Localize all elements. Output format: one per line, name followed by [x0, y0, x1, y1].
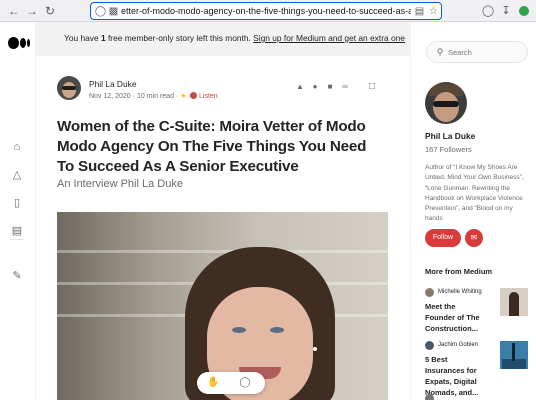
browser-toolbar: ← → ↻ ◯ ▩ etter-of-modo-modo-agency-on-t…	[0, 0, 536, 22]
member-star-icon: ★	[180, 93, 187, 100]
linkedin-icon[interactable]: ■	[325, 82, 335, 92]
medium-logo[interactable]	[8, 36, 30, 50]
forward-icon[interactable]: →	[24, 3, 40, 19]
home-icon[interactable]: ⌂	[10, 140, 24, 154]
floating-action-bar: ✋ ◯	[197, 372, 265, 394]
bookmark-star-icon[interactable]: ☆	[427, 5, 440, 18]
left-navigation: ⌂ △ ▯ ▤ ✎	[0, 22, 36, 400]
author-avatar[interactable]	[57, 76, 81, 100]
article-title: Women of the C-Suite: Moira Vetter of Mo…	[57, 118, 367, 175]
subscribe-mail-icon[interactable]: ✉	[465, 229, 483, 247]
article-subtitle: An Interview Phil La Duke	[57, 178, 183, 190]
bookmark-icon[interactable]: □	[367, 81, 377, 93]
page-icon[interactable]: ▩	[107, 5, 120, 18]
reader-view-icon[interactable]: ▤	[413, 5, 426, 18]
clap-icon[interactable]: ✋	[207, 377, 219, 389]
extension-icon[interactable]	[519, 6, 529, 16]
banner-text: You have 1 free member-only story left t…	[64, 33, 405, 43]
stories-icon[interactable]: ▤	[10, 224, 24, 238]
listen-button[interactable]: Listen	[190, 92, 218, 100]
sidebar-author-name[interactable]: Phil La Duke	[425, 131, 475, 141]
rec-thumbnail[interactable]	[500, 341, 528, 369]
followers-count[interactable]: 167 Followers	[425, 145, 472, 154]
back-icon[interactable]: ←	[6, 3, 22, 19]
search-box[interactable]: ⚲	[426, 41, 528, 63]
rec-thumbnail[interactable]	[500, 288, 528, 316]
comment-icon[interactable]: ◯	[239, 377, 251, 389]
twitter-icon[interactable]: ▲	[295, 82, 305, 92]
shield-icon[interactable]: ◯	[94, 5, 107, 18]
rec-author-avatar[interactable]	[425, 394, 434, 400]
copy-link-icon[interactable]: ∞	[340, 82, 350, 92]
rec-title[interactable]: Meet the Founder of The Construction...	[425, 301, 487, 334]
read-time: 10 min read	[137, 93, 174, 100]
article-meta: Nov 12, 2020·10 min read·★·	[89, 93, 191, 100]
notifications-icon[interactable]: △	[10, 168, 24, 182]
url-text[interactable]: etter-of-modo-modo-agency-on-the-five-th…	[121, 5, 411, 18]
author-bio: Author of “I Know My Shoes Are Untied. M…	[425, 164, 524, 223]
rec-author-avatar[interactable]	[425, 288, 434, 297]
rec-author-name[interactable]: Michelle Whiting	[438, 289, 482, 295]
pocket-icon[interactable]: ◯	[480, 3, 496, 19]
sidebar-author-avatar[interactable]	[425, 82, 467, 124]
more-from-medium-heading: More from Medium	[425, 267, 493, 276]
author-name[interactable]: Phil La Duke	[89, 79, 137, 89]
rec-title[interactable]: 5 Best Insurances for Expats, Digital No…	[425, 354, 487, 398]
facebook-icon[interactable]: ●	[310, 82, 320, 92]
signup-link[interactable]: Sign up for Medium and get an extra one	[253, 33, 405, 43]
write-icon[interactable]: ✎	[10, 269, 24, 283]
member-story-banner: You have 1 free member-only story left t…	[36, 22, 410, 56]
reload-icon[interactable]: ↻	[42, 3, 58, 19]
publish-date: Nov 12, 2020	[89, 93, 131, 100]
follow-button[interactable]: Follow	[425, 229, 461, 247]
search-icon: ⚲	[436, 47, 444, 57]
download-icon[interactable]: ↧	[498, 3, 514, 19]
rail-divider	[10, 239, 24, 240]
rec-author-name[interactable]: Jachim Gobien	[438, 342, 478, 348]
search-input[interactable]	[448, 46, 524, 59]
lists-icon[interactable]: ▯	[10, 196, 24, 210]
rec-author-avatar[interactable]	[425, 341, 434, 350]
play-icon	[190, 92, 197, 99]
url-bar[interactable]: ◯ ▩ etter-of-modo-modo-agency-on-the-fiv…	[90, 2, 442, 20]
